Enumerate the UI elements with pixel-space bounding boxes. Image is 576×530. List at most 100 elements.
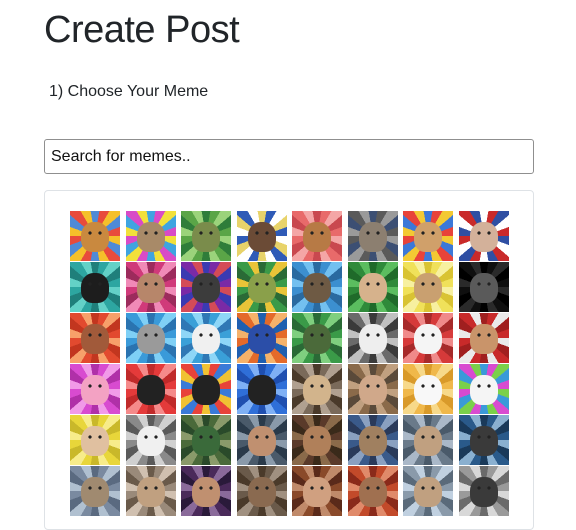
meme-thumb-troll[interactable] bbox=[458, 364, 509, 414]
meme-eyes bbox=[88, 486, 102, 490]
meme-subject bbox=[81, 426, 109, 456]
meme-thumb-man2[interactable] bbox=[347, 364, 398, 414]
meme-eyes bbox=[88, 435, 102, 439]
meme-subject bbox=[414, 222, 442, 252]
meme-thumb-pony[interactable] bbox=[70, 364, 120, 414]
meme-thumb-frog[interactable] bbox=[236, 262, 287, 312]
meme-eyes bbox=[310, 231, 324, 235]
meme-eyes bbox=[310, 333, 324, 337]
meme-subject bbox=[247, 477, 276, 507]
meme-eyes bbox=[421, 282, 435, 286]
meme-thumb-business-cat[interactable] bbox=[70, 262, 120, 312]
meme-thumb-tv[interactable] bbox=[347, 415, 398, 465]
meme-thumb-dark[interactable] bbox=[458, 262, 509, 312]
meme-eyes bbox=[365, 282, 380, 286]
meme-thumb-archer[interactable] bbox=[458, 415, 509, 465]
meme-thumb-man3[interactable] bbox=[347, 466, 398, 516]
meme-thumb-guy[interactable] bbox=[125, 262, 176, 312]
meme-thumb-dog2[interactable] bbox=[292, 364, 342, 414]
meme-thumb-crowd[interactable] bbox=[236, 466, 287, 516]
meme-subject bbox=[469, 222, 498, 252]
meme-eyes bbox=[254, 333, 269, 337]
meme-thumb-kitten[interactable] bbox=[403, 211, 453, 261]
search-input[interactable] bbox=[44, 139, 534, 174]
meme-subject bbox=[469, 375, 498, 405]
meme-thumb-cat[interactable] bbox=[292, 211, 342, 261]
meme-thumb-dog[interactable] bbox=[70, 211, 120, 261]
meme-subject bbox=[81, 375, 109, 405]
meme-eyes bbox=[365, 384, 380, 388]
meme-thumb-baby[interactable] bbox=[125, 466, 176, 516]
meme-thumb-kid[interactable] bbox=[181, 466, 231, 516]
meme-thumb-rage[interactable] bbox=[403, 313, 453, 363]
meme-subject bbox=[136, 426, 165, 456]
meme-eyes bbox=[421, 333, 435, 337]
meme-subject bbox=[192, 375, 220, 405]
meme-thumb-man[interactable] bbox=[347, 262, 398, 312]
meme-subject bbox=[136, 375, 165, 405]
meme-thumb-woman2[interactable] bbox=[458, 313, 509, 363]
meme-subject bbox=[469, 426, 498, 456]
meme-thumb-lady[interactable] bbox=[70, 313, 120, 363]
meme-thumb-woman[interactable] bbox=[236, 211, 287, 261]
meme-thumb-duck[interactable] bbox=[181, 415, 231, 465]
meme-eyes bbox=[310, 384, 324, 388]
meme-thumb-yoda[interactable] bbox=[181, 211, 231, 261]
meme-subject bbox=[469, 477, 498, 507]
meme-thumb-aliens[interactable] bbox=[236, 415, 287, 465]
meme-eyes bbox=[143, 486, 158, 490]
meme-subject bbox=[469, 273, 498, 303]
meme-subject bbox=[192, 477, 220, 507]
meme-thumb-raccoon[interactable] bbox=[125, 313, 176, 363]
meme-thumb-panda[interactable] bbox=[347, 313, 398, 363]
meme-eyes bbox=[476, 282, 491, 286]
meme-eyes bbox=[476, 486, 491, 490]
meme-eyes bbox=[421, 231, 435, 235]
meme-subject bbox=[303, 273, 331, 303]
meme-thumb-people[interactable] bbox=[403, 466, 453, 516]
meme-subject bbox=[81, 477, 109, 507]
meme-eyes bbox=[199, 333, 213, 337]
meme-eyes bbox=[143, 231, 158, 235]
meme-thumb-hands[interactable] bbox=[292, 466, 342, 516]
meme-thumb-bird[interactable] bbox=[292, 262, 342, 312]
page-title: Create Post bbox=[44, 9, 240, 51]
meme-thumb-robot[interactable] bbox=[458, 466, 509, 516]
meme-eyes bbox=[254, 282, 269, 286]
meme-thumb-horse[interactable] bbox=[125, 211, 176, 261]
meme-thumb-guys[interactable] bbox=[292, 415, 342, 465]
meme-subject bbox=[414, 426, 442, 456]
meme-thumb-penguin[interactable] bbox=[125, 364, 176, 414]
meme-thumb-raptor[interactable] bbox=[292, 313, 342, 363]
meme-panel bbox=[44, 190, 534, 530]
meme-eyes bbox=[88, 282, 102, 286]
meme-thumb-cat2[interactable] bbox=[403, 262, 453, 312]
meme-eyes bbox=[421, 486, 435, 490]
meme-eyes bbox=[365, 486, 380, 490]
meme-eyes bbox=[143, 333, 158, 337]
meme-thumb-dance[interactable] bbox=[403, 415, 453, 465]
meme-thumb-face2[interactable] bbox=[125, 415, 176, 465]
meme-eyes bbox=[88, 333, 102, 337]
meme-subject bbox=[136, 222, 165, 252]
meme-thumb-grumpy[interactable] bbox=[347, 211, 398, 261]
meme-subject bbox=[136, 273, 165, 303]
meme-subject bbox=[414, 375, 442, 405]
meme-thumb-news-anchor[interactable] bbox=[458, 211, 509, 261]
meme-subject bbox=[192, 222, 220, 252]
meme-thumb-seal[interactable] bbox=[70, 466, 120, 516]
meme-thumb-girl[interactable] bbox=[70, 415, 120, 465]
meme-subject bbox=[303, 222, 331, 252]
meme-eyes bbox=[365, 333, 380, 337]
meme-subject bbox=[136, 477, 165, 507]
meme-thumb-birds[interactable] bbox=[181, 262, 231, 312]
meme-eyes bbox=[254, 384, 269, 388]
meme-subject bbox=[303, 426, 331, 456]
meme-thumb-goose[interactable] bbox=[403, 364, 453, 414]
meme-subject bbox=[358, 222, 387, 252]
meme-thumb-penguin2[interactable] bbox=[181, 364, 231, 414]
meme-thumb-face[interactable] bbox=[181, 313, 231, 363]
meme-eyes bbox=[476, 333, 491, 337]
meme-thumb-penguin3[interactable] bbox=[236, 364, 287, 414]
meme-thumb-parrot[interactable] bbox=[236, 313, 287, 363]
